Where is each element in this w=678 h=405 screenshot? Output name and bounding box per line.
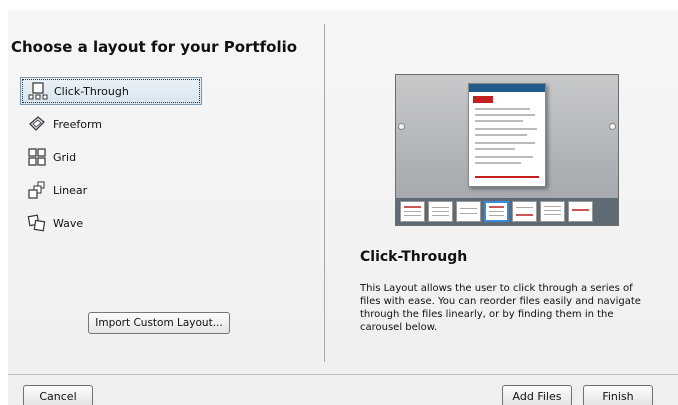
carousel-thumbnail-selected[interactable] <box>484 201 509 222</box>
layout-item-grid[interactable]: Grid <box>20 143 202 171</box>
carousel-thumbnail[interactable] <box>568 201 593 222</box>
carousel-strip <box>396 198 618 225</box>
layout-item-freeform[interactable]: Freeform <box>20 110 202 138</box>
import-custom-layout-button[interactable]: Import Custom Layout... <box>88 312 230 334</box>
preview-text-line <box>475 142 535 144</box>
preview-logo <box>473 96 493 103</box>
layout-item-wave[interactable]: Wave <box>20 209 202 237</box>
pane-divider <box>324 24 325 362</box>
preview-text-line <box>475 128 537 130</box>
layout-description: This Layout allows the user to click thr… <box>360 283 641 333</box>
preview-document-header <box>469 84 545 92</box>
layout-item-label: Click-Through <box>54 84 129 98</box>
page-title: Choose a layout for your Portfolio <box>11 38 298 56</box>
carousel-thumbnail[interactable] <box>400 201 425 222</box>
preview-accent-line <box>475 176 539 178</box>
carousel-thumbnail[interactable] <box>428 201 453 222</box>
wave-layout-icon <box>27 213 47 233</box>
cancel-button[interactable]: Cancel <box>23 385 93 405</box>
linear-layout-icon <box>27 180 47 200</box>
layout-item-label: Linear <box>53 183 88 197</box>
carousel-next-icon[interactable] <box>609 123 616 130</box>
layout-item-linear[interactable]: Linear <box>20 176 202 204</box>
carousel-thumbnail[interactable] <box>512 201 537 222</box>
preview-text-line <box>475 148 515 150</box>
preview-document <box>468 83 546 187</box>
preview-text-line <box>475 120 523 122</box>
carousel-prev-icon[interactable] <box>398 123 405 130</box>
layout-item-click-through[interactable]: Click-Through <box>20 77 202 105</box>
layout-item-label: Freeform <box>53 117 102 131</box>
click-through-layout-icon <box>28 81 48 101</box>
grid-layout-icon <box>27 147 47 167</box>
preview-text-line <box>475 108 530 110</box>
carousel-thumbnail[interactable] <box>540 201 565 222</box>
add-files-button[interactable]: Add Files <box>502 385 572 405</box>
preview-text-line <box>475 156 533 158</box>
layout-preview <box>395 74 619 226</box>
preview-text-line <box>475 114 535 116</box>
freeform-layout-icon <box>27 114 47 134</box>
carousel-thumbnail[interactable] <box>456 201 481 222</box>
layout-item-label: Wave <box>53 216 84 230</box>
footer-divider <box>8 374 678 375</box>
preview-text-line <box>475 134 527 136</box>
preview-text-line <box>475 162 521 164</box>
layout-heading: Click-Through <box>360 249 468 265</box>
finish-button[interactable]: Finish <box>583 385 653 405</box>
layout-item-label: Grid <box>53 150 77 164</box>
